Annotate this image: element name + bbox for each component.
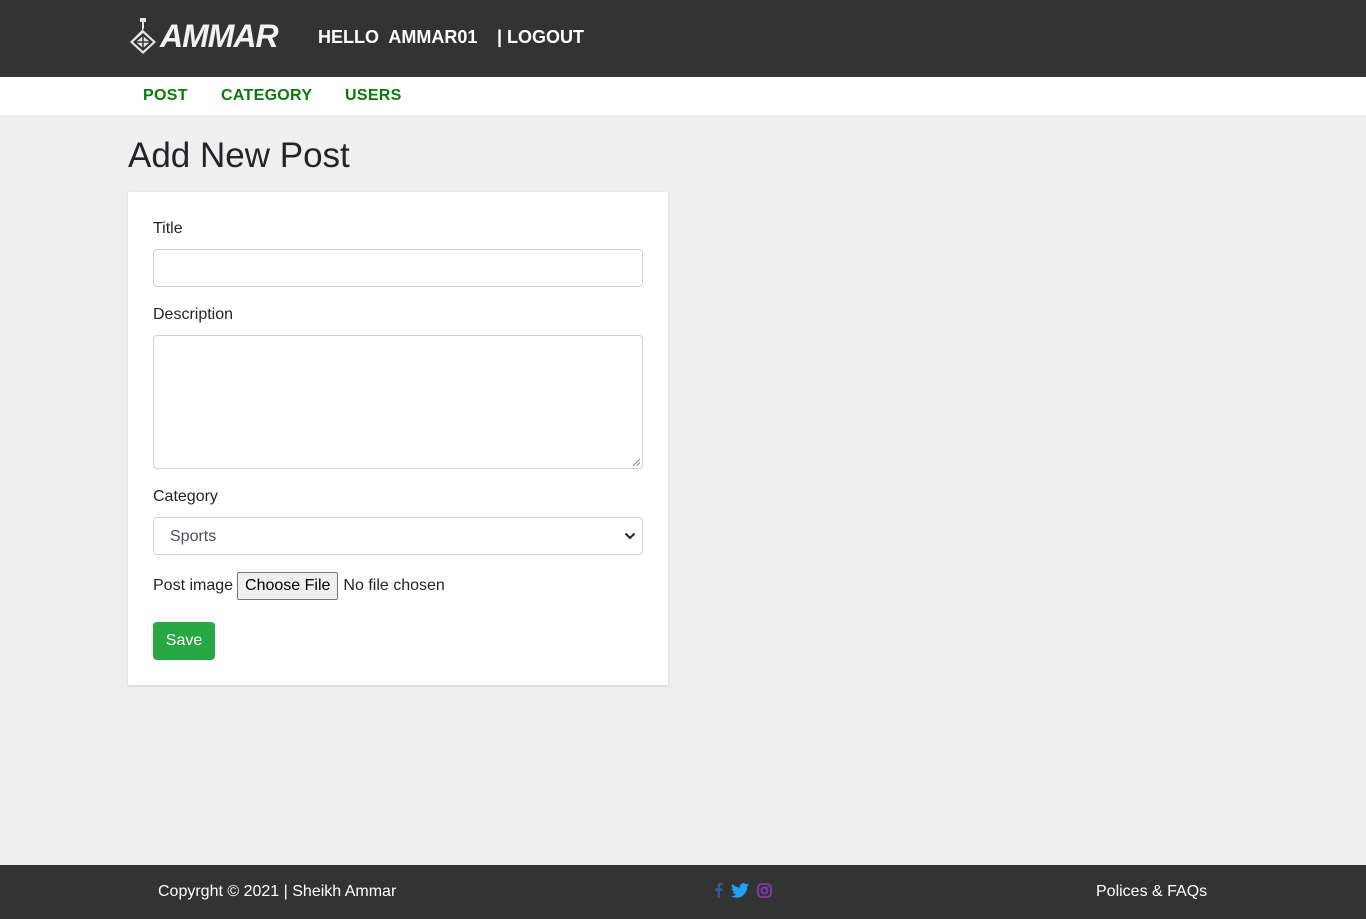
resize-handle-icon[interactable] bbox=[632, 458, 640, 466]
category-select[interactable]: Sports bbox=[153, 517, 643, 555]
logout-link[interactable]: | LOGOUT bbox=[497, 27, 584, 48]
category-selected-value: Sports bbox=[170, 528, 217, 545]
policies-faqs-link[interactable]: Polices & FAQs bbox=[1096, 883, 1207, 901]
choose-file-button[interactable]: Choose File bbox=[237, 572, 339, 600]
greeting-text: HELLO AMMAR01 bbox=[318, 27, 478, 47]
chevron-down-icon bbox=[624, 532, 636, 540]
menu-item-users[interactable]: USERS bbox=[345, 87, 402, 105]
instagram-icon[interactable] bbox=[757, 882, 772, 898]
menu-item-category[interactable]: CATEGORY bbox=[221, 87, 312, 105]
add-post-form: Title Description Category Sports Post i… bbox=[128, 192, 668, 685]
twitter-icon[interactable] bbox=[731, 882, 749, 898]
social-links bbox=[714, 882, 772, 898]
description-label: Description bbox=[153, 306, 234, 323]
logo-emblem-icon bbox=[130, 18, 156, 54]
top-header: AMMAR HELLO AMMAR01 | LOGOUT bbox=[0, 0, 1366, 77]
copyright-text: Copyrght © 2021 | Sheikh Ammar bbox=[158, 883, 397, 900]
logo[interactable]: AMMAR bbox=[128, 16, 288, 56]
title-input[interactable] bbox=[153, 249, 643, 287]
file-status-text: No file chosen bbox=[343, 577, 445, 594]
main-menu: POST CATEGORY USERS bbox=[0, 77, 1366, 115]
logo-text: AMMAR bbox=[160, 17, 279, 54]
page-title: Add New Post bbox=[128, 136, 350, 175]
post-image-label: Post image bbox=[153, 577, 234, 594]
title-label: Title bbox=[153, 220, 183, 237]
post-image-row: Post image Choose File No file chosen bbox=[153, 571, 445, 601]
menu-item-post[interactable]: POST bbox=[143, 87, 188, 105]
description-textarea[interactable] bbox=[153, 335, 643, 469]
page-footer: Copyrght © 2021 | Sheikh Ammar Polices &… bbox=[0, 865, 1366, 919]
facebook-icon[interactable] bbox=[714, 882, 723, 898]
save-button[interactable]: Save bbox=[153, 622, 215, 660]
category-label: Category bbox=[153, 488, 218, 505]
